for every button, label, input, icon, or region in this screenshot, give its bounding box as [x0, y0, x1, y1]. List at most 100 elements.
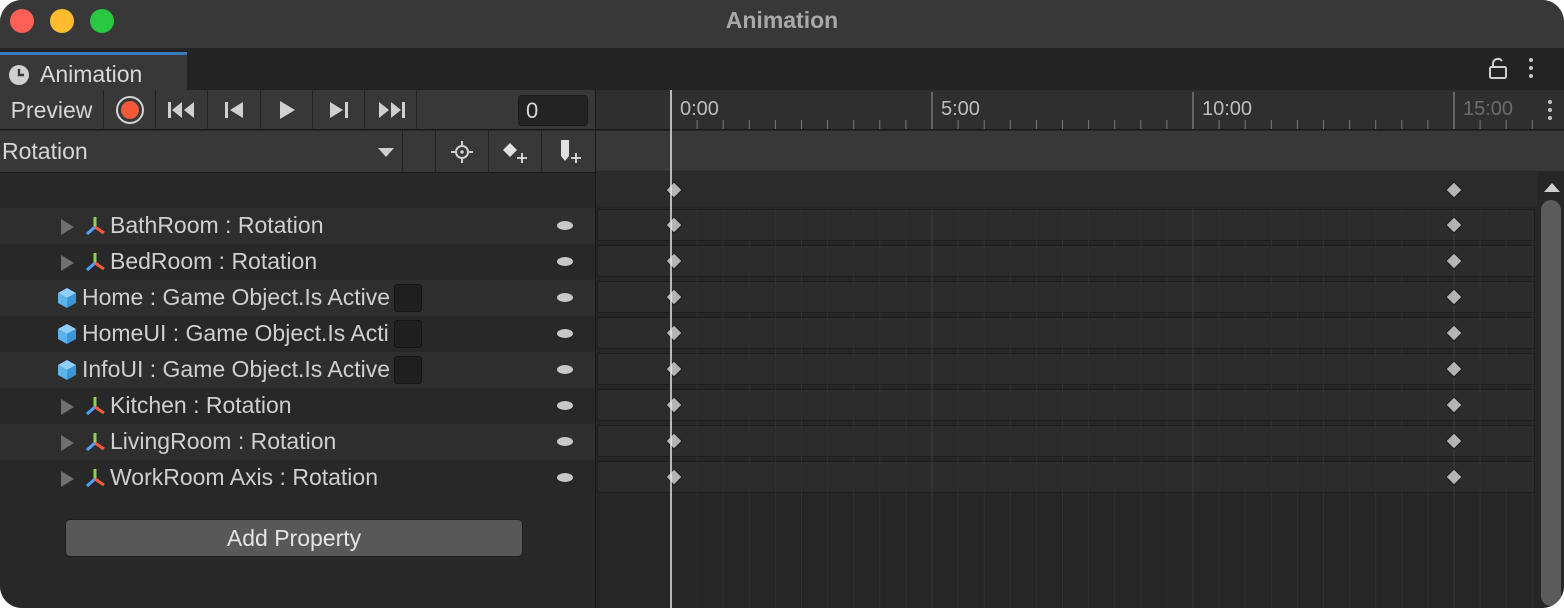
- keyframe[interactable]: [665, 360, 683, 378]
- transform-axis-icon: [84, 215, 106, 237]
- expand-arrow-icon[interactable]: [61, 219, 74, 235]
- property-label: InfoUI : Game Object.Is Active: [82, 356, 389, 382]
- preview-button[interactable]: Preview: [0, 90, 104, 130]
- active-toggle-checkbox[interactable]: [394, 320, 422, 348]
- keyframe-dot-icon[interactable]: [557, 329, 573, 338]
- dopesheet[interactable]: 0:00 5:00 10:00 15:00: [596, 90, 1564, 608]
- summary-keyframe[interactable]: [1445, 181, 1463, 199]
- transform-axis-icon: [84, 395, 106, 417]
- tab-label: Animation: [40, 61, 143, 87]
- property-label: Kitchen : Rotation: [110, 392, 292, 418]
- expand-arrow-icon[interactable]: [61, 255, 74, 271]
- keyframe[interactable]: [665, 288, 683, 306]
- game-object-cube-icon: [55, 358, 79, 382]
- preview-label: Preview: [10, 96, 93, 123]
- keyframe[interactable]: [665, 216, 683, 234]
- keyframe[interactable]: [1445, 252, 1463, 270]
- window-title: Animation: [725, 7, 839, 33]
- keyframe[interactable]: [665, 432, 683, 450]
- next-keyframe-icon: [329, 102, 348, 118]
- clock-icon: [9, 65, 29, 85]
- keyframe[interactable]: [1445, 396, 1463, 414]
- playback-toolbar: Preview 0: [0, 90, 595, 130]
- keyframe-dot-icon[interactable]: [557, 257, 573, 266]
- first-keyframe-button[interactable]: [156, 90, 208, 130]
- keyframe[interactable]: [665, 396, 683, 414]
- record-icon: [115, 96, 144, 124]
- property-label: Home : Game Object.Is Active: [82, 284, 389, 310]
- property-label: BathRoom : Rotation: [110, 212, 324, 238]
- add-keyframe-icon: [503, 143, 527, 163]
- add-property-button[interactable]: Add Property: [65, 519, 523, 557]
- dropdown-arrow-icon: [378, 148, 394, 157]
- play-icon: [279, 101, 295, 119]
- keyframe[interactable]: [1445, 216, 1463, 234]
- expand-arrow-icon[interactable]: [61, 471, 74, 487]
- property-row[interactable]: WorkRoom Axis : Rotation: [0, 460, 595, 496]
- active-toggle-checkbox[interactable]: [394, 284, 422, 312]
- keyframe-dot-icon[interactable]: [557, 401, 573, 410]
- next-keyframe-button[interactable]: [313, 90, 365, 130]
- expand-arrow-icon[interactable]: [61, 435, 74, 451]
- animation-window: Animation Animation Preview 0 Rotation B…: [0, 0, 1564, 608]
- scroll-up-arrow-icon[interactable]: [1544, 183, 1560, 192]
- play-button[interactable]: [261, 90, 313, 130]
- keyframe[interactable]: [1445, 468, 1463, 486]
- property-row[interactable]: InfoUI : Game Object.Is Active: [0, 352, 595, 388]
- keyframe[interactable]: [1445, 288, 1463, 306]
- property-label: LivingRoom : Rotation: [110, 428, 337, 454]
- last-keyframe-icon: [378, 102, 405, 118]
- previous-keyframe-icon: [225, 102, 243, 118]
- keyframe[interactable]: [665, 324, 683, 342]
- property-panel: Preview 0 Rotation BathRoom: Rotation B…: [0, 90, 595, 608]
- property-list: BathRoom : Rotation BedRoom : Rotation Hom…: [0, 208, 595, 496]
- record-button[interactable]: [104, 90, 156, 130]
- property-row[interactable]: LivingRoom : Rotation: [0, 424, 595, 460]
- keyframe[interactable]: [1445, 432, 1463, 450]
- active-toggle-checkbox[interactable]: [394, 356, 422, 384]
- tab-strip: Animation: [0, 48, 1564, 90]
- property-label: WorkRoom Axis : Rotation: [110, 464, 379, 490]
- game-object-cube-icon: [55, 286, 79, 310]
- clip-selected-label: Rotation: [2, 138, 88, 164]
- vertical-scrollbar[interactable]: [1541, 200, 1561, 606]
- expand-arrow-icon[interactable]: [61, 399, 74, 415]
- keyframe[interactable]: [1445, 360, 1463, 378]
- keyframe-dot-icon[interactable]: [557, 437, 573, 446]
- previous-keyframe-button[interactable]: [208, 90, 261, 130]
- property-row[interactable]: HomeUI : Game Object.Is Active: [0, 316, 595, 352]
- property-row[interactable]: Kitchen : Rotation: [0, 388, 595, 424]
- blank-toolbar-slot: [403, 131, 436, 173]
- transform-axis-icon: [84, 251, 106, 273]
- window-menu-icon[interactable]: [1528, 56, 1534, 80]
- add-event-button[interactable]: [542, 131, 595, 173]
- first-keyframe-icon: [167, 102, 194, 118]
- tab-animation[interactable]: Animation: [0, 52, 187, 90]
- clip-selector[interactable]: Rotation: [0, 131, 403, 173]
- filter-by-selection-button[interactable]: [436, 131, 489, 173]
- keyframe-dot-icon[interactable]: [557, 365, 573, 374]
- keyframe-dot-icon[interactable]: [557, 221, 573, 230]
- keyframe[interactable]: [665, 252, 683, 270]
- property-row[interactable]: BathRoom : Rotation: [0, 208, 595, 244]
- keyframe[interactable]: [665, 468, 683, 486]
- crosshair-icon: [451, 141, 473, 163]
- keyframe-dot-icon[interactable]: [557, 293, 573, 302]
- property-row[interactable]: Home : Game Object.Is Active: [0, 280, 595, 316]
- keyframe-dot-icon[interactable]: [557, 473, 573, 482]
- title-bar: Animation: [0, 0, 1564, 48]
- property-label: HomeUI : Game Object.Is Active: [82, 320, 389, 346]
- lock-icon[interactable]: [1488, 56, 1508, 80]
- clip-toolbar: Rotation: [0, 131, 595, 173]
- last-keyframe-button[interactable]: [365, 90, 417, 130]
- game-object-cube-icon: [55, 322, 79, 346]
- grid-lines: [670, 209, 1533, 608]
- transform-axis-icon: [84, 431, 106, 453]
- summary-keyframe[interactable]: [665, 181, 683, 199]
- keyframe[interactable]: [1445, 324, 1463, 342]
- property-label: BedRoom : Rotation: [110, 248, 318, 274]
- frame-input[interactable]: 0: [518, 95, 588, 126]
- dopesheet-overlay: [665, 90, 1533, 608]
- property-row[interactable]: BedRoom : Rotation: [0, 244, 595, 280]
- add-keyframe-button[interactable]: [489, 131, 542, 173]
